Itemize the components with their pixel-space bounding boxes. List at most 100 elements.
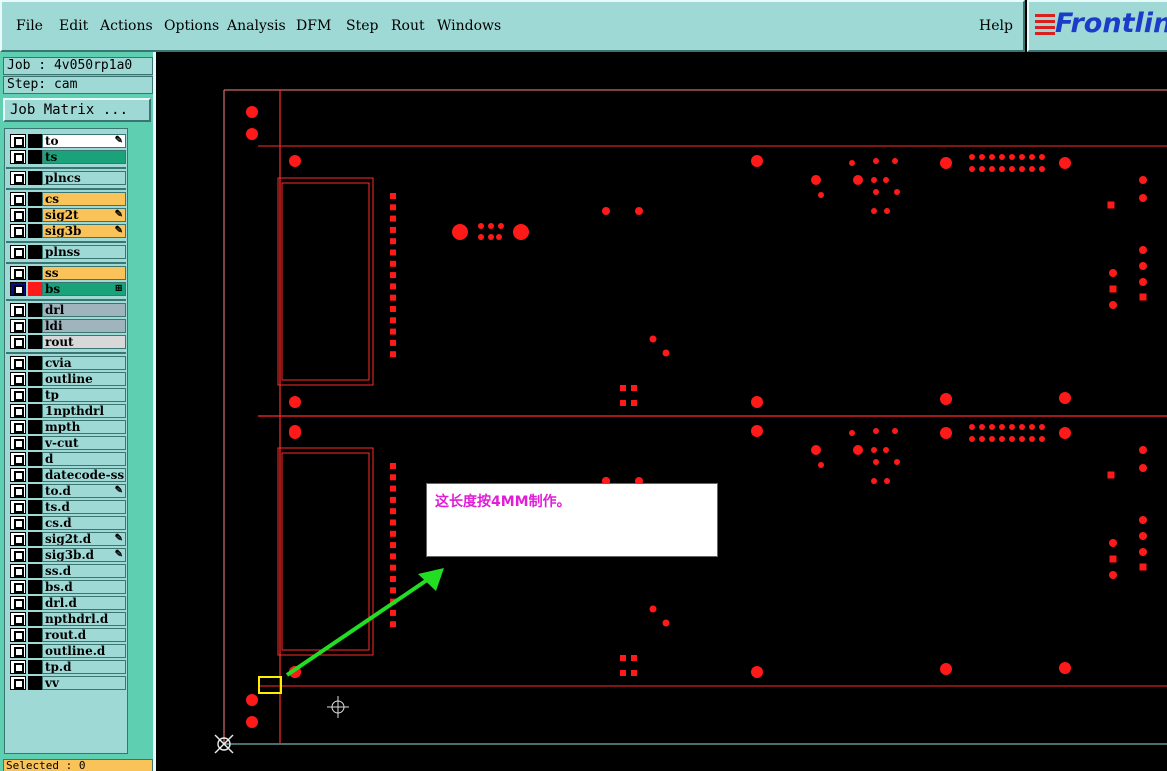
layer-checkbox[interactable] [10, 150, 26, 164]
layer-name[interactable]: ts [42, 150, 126, 164]
layer-color-swatch[interactable] [28, 596, 42, 610]
layer-color-swatch[interactable] [28, 452, 42, 466]
menu-step[interactable]: Step [346, 18, 378, 34]
layer-row-ts.d[interactable]: ts.d [8, 500, 126, 514]
layer-row-tp[interactable]: tp [8, 388, 126, 402]
layer-name[interactable]: plncs [42, 171, 126, 185]
layer-color-swatch[interactable] [28, 192, 42, 206]
layer-color-swatch[interactable] [28, 628, 42, 642]
layer-row-sig3b[interactable]: sig3b ✎ [8, 224, 126, 238]
layer-checkbox[interactable] [10, 612, 26, 626]
layer-row-cs[interactable]: cs [8, 192, 126, 206]
layer-row-vv[interactable]: vv [8, 676, 126, 690]
layer-row-sig3b.d[interactable]: sig3b.d ✎ [8, 548, 126, 562]
layer-checkbox[interactable] [10, 303, 26, 317]
menu-options[interactable]: Options [164, 18, 219, 34]
layer-color-swatch[interactable] [28, 532, 42, 546]
layer-name[interactable]: outline.d [42, 644, 126, 658]
layer-color-swatch[interactable] [28, 676, 42, 690]
layer-name[interactable]: drl.d [42, 596, 126, 610]
layer-name[interactable]: ts.d [42, 500, 126, 514]
layer-checkbox[interactable] [10, 192, 26, 206]
layer-checkbox[interactable] [10, 420, 26, 434]
layer-row-outline[interactable]: outline [8, 372, 126, 386]
layer-row-cs.d[interactable]: cs.d [8, 516, 126, 530]
menu-analysis[interactable]: Analysis [227, 18, 286, 34]
layer-checkbox[interactable] [10, 532, 26, 546]
layer-color-swatch[interactable] [28, 266, 42, 280]
layer-checkbox[interactable] [10, 500, 26, 514]
layer-checkbox[interactable] [10, 484, 26, 498]
layer-row-tp.d[interactable]: tp.d [8, 660, 126, 674]
layer-name[interactable]: to.d ✎ [42, 484, 126, 498]
layer-color-swatch[interactable] [28, 356, 42, 370]
layer-name[interactable]: vv [42, 676, 126, 690]
layer-checkbox[interactable] [10, 134, 26, 148]
layer-row-ss[interactable]: ss [8, 266, 126, 280]
layer-color-swatch[interactable] [28, 224, 42, 238]
layer-checkbox[interactable] [10, 245, 26, 259]
layer-row-1npthdrl[interactable]: 1npthdrl [8, 404, 126, 418]
layer-row-to.d[interactable]: to.d ✎ [8, 484, 126, 498]
layer-color-swatch[interactable] [28, 660, 42, 674]
layer-checkbox[interactable] [10, 171, 26, 185]
layer-name[interactable]: bs.d [42, 580, 126, 594]
layer-checkbox[interactable] [10, 516, 26, 530]
layer-name[interactable]: ss [42, 266, 126, 280]
layer-checkbox[interactable] [10, 356, 26, 370]
layer-row-mpth[interactable]: mpth [8, 420, 126, 434]
layer-name[interactable]: sig2t.d ✎ [42, 532, 126, 546]
layer-name[interactable]: sig3b.d ✎ [42, 548, 126, 562]
layer-color-swatch[interactable] [28, 420, 42, 434]
layer-checkbox[interactable] [10, 580, 26, 594]
layer-checkbox[interactable] [10, 282, 26, 296]
layer-row-rout.d[interactable]: rout.d [8, 628, 126, 642]
layer-checkbox[interactable] [10, 372, 26, 386]
layer-color-swatch[interactable] [28, 500, 42, 514]
layer-color-swatch[interactable] [28, 319, 42, 333]
layer-color-swatch[interactable] [28, 468, 42, 482]
menu-windows[interactable]: Windows [437, 18, 501, 34]
layer-name[interactable]: outline [42, 372, 126, 386]
layer-row-bs.d[interactable]: bs.d [8, 580, 126, 594]
layer-name[interactable]: cvia [42, 356, 126, 370]
layer-color-swatch[interactable] [28, 134, 42, 148]
layer-row-ts[interactable]: ts [8, 150, 126, 164]
layer-name[interactable]: cs.d [42, 516, 126, 530]
layer-checkbox[interactable] [10, 436, 26, 450]
layer-checkbox[interactable] [10, 628, 26, 642]
layer-name[interactable]: bs ⊞ [42, 282, 126, 296]
layer-checkbox[interactable] [10, 208, 26, 222]
layer-row-outline.d[interactable]: outline.d [8, 644, 126, 658]
layer-name[interactable]: sig3b ✎ [42, 224, 126, 238]
layer-color-swatch[interactable] [28, 388, 42, 402]
layer-row-plnss[interactable]: plnss [8, 245, 126, 259]
layer-row-drl[interactable]: drl [8, 303, 126, 317]
layer-name[interactable]: tp [42, 388, 126, 402]
layer-name[interactable]: 1npthdrl [42, 404, 126, 418]
menu-dfm[interactable]: DFM [296, 18, 331, 34]
layer-row-datecode-ss[interactable]: datecode-ss [8, 468, 126, 482]
layer-checkbox[interactable] [10, 468, 26, 482]
layer-checkbox[interactable] [10, 404, 26, 418]
menu-edit[interactable]: Edit [59, 18, 88, 34]
layer-name[interactable]: npthdrl.d [42, 612, 126, 626]
layer-color-swatch[interactable] [28, 580, 42, 594]
layer-color-swatch[interactable] [28, 644, 42, 658]
job-matrix-button[interactable]: Job Matrix ... [3, 98, 151, 122]
layer-color-swatch[interactable] [28, 612, 42, 626]
layer-checkbox[interactable] [10, 644, 26, 658]
layer-name[interactable]: rout.d [42, 628, 126, 642]
layer-name[interactable]: cs [42, 192, 126, 206]
layer-checkbox[interactable] [10, 548, 26, 562]
layer-color-swatch[interactable] [28, 372, 42, 386]
layer-color-swatch[interactable] [28, 404, 42, 418]
layer-row-v-cut[interactable]: v-cut [8, 436, 126, 450]
layer-name[interactable]: ldi [42, 319, 126, 333]
layer-name[interactable]: to ✎ [42, 134, 126, 148]
layer-row-ss.d[interactable]: ss.d [8, 564, 126, 578]
layer-row-rout[interactable]: rout [8, 335, 126, 349]
layer-row-cvia[interactable]: cvia [8, 356, 126, 370]
layer-color-swatch[interactable] [28, 171, 42, 185]
layer-color-swatch[interactable] [28, 516, 42, 530]
